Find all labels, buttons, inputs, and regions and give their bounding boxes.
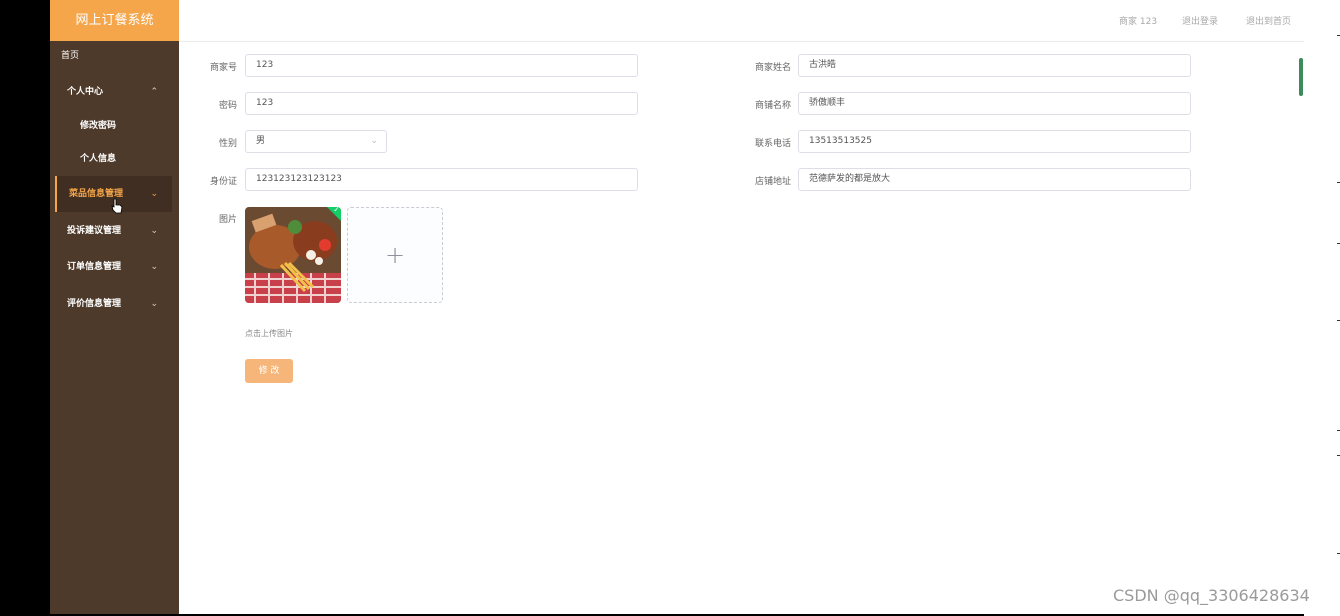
phone-label: 联系电话 [754,139,791,149]
chevron-down-icon: ⌄ [150,262,158,272]
password-label: 密码 [218,101,237,111]
sidebar-item-change-password[interactable]: 修改密码 [55,108,172,144]
id-card-label: 身份证 [209,177,237,187]
sidebar-item-label: 首页 [61,51,80,61]
gender-label: 性别 [218,139,237,149]
merchant-no-field[interactable]: 123 [245,54,638,77]
address-label: 店铺地址 [754,177,791,187]
watermark: CSDN @qq_3306428634 [1113,586,1310,605]
password-field[interactable]: 123 [245,92,638,115]
user-label: 商家 123 [1119,17,1158,27]
header: 商家 123 退出登录 退出到首页 [179,0,1304,42]
submit-button[interactable]: 修 改 [245,359,293,383]
sidebar-item-review-management[interactable]: 评价信息管理 ⌄ [55,286,172,322]
sidebar-item-label: 评价信息管理 [67,299,122,309]
right-margin [1304,0,1340,616]
shop-name-field[interactable]: 骄傲顺丰 [798,92,1191,115]
app-title: 网上订餐系统 [50,0,179,41]
sidebar: 网上订餐系统 首页 个人中心 ⌃ 修改密码 个人信息 菜品信息管理 ⌄ 投诉建议… [50,0,179,614]
scrollbar-thumb[interactable] [1299,58,1303,96]
upload-image-button[interactable]: + [347,207,443,303]
app-window: 网上订餐系统 首页 个人中心 ⌃ 修改密码 个人信息 菜品信息管理 ⌄ 投诉建议… [50,0,1304,614]
food-photo [245,207,341,303]
sidebar-item-label: 个人信息 [80,154,117,164]
sidebar-item-complaint-management[interactable]: 投诉建议管理 ⌄ [55,213,172,249]
id-card-field[interactable]: 123123123123123 [245,168,638,191]
merchant-name-field[interactable]: 古洪皓 [798,54,1191,77]
address-field[interactable]: 范德萨发的都是放大 [798,168,1191,191]
sidebar-item-label: 投诉建议管理 [67,226,122,236]
sidebar-item-label: 修改密码 [80,121,117,131]
check-icon: ✓ [333,207,340,214]
upload-hint: 点击上传图片 [245,329,293,338]
merchant-no-label: 商家号 [209,63,237,73]
sidebar-item-label: 订单信息管理 [67,262,122,272]
sidebar-item-label: 个人中心 [67,87,104,97]
sidebar-item-home[interactable]: 首页 [55,38,172,74]
sidebar-item-personal-info[interactable]: 个人信息 [55,141,172,177]
profile-form: 商家号 123 商家姓名 古洪皓 密码 123 商铺名称 骄傲顺丰 性别 男 ⌄… [179,41,1304,614]
image-label: 图片 [218,215,237,225]
gender-value: 男 [256,136,266,146]
logout-link[interactable]: 退出登录 [1182,14,1218,27]
chevron-down-icon: ⌄ [150,299,158,309]
sidebar-item-personal-center[interactable]: 个人中心 ⌃ [55,74,172,110]
phone-field[interactable]: 13513513525 [798,130,1191,153]
merchant-name-label: 商家姓名 [754,63,791,73]
chevron-down-icon: ⌄ [370,136,378,146]
shop-name-label: 商铺名称 [754,101,791,111]
hand-cursor-icon [111,198,123,214]
gender-select[interactable]: 男 ⌄ [245,130,387,153]
chevron-up-icon: ⌃ [150,87,158,97]
back-home-link[interactable]: 退出到首页 [1246,14,1291,27]
uploaded-food-image[interactable]: ✓ [245,207,341,303]
chevron-down-icon: ⌄ [150,226,158,236]
chevron-down-icon: ⌄ [150,189,158,199]
sidebar-item-order-management[interactable]: 订单信息管理 ⌄ [55,249,172,285]
plus-icon: + [384,241,406,269]
